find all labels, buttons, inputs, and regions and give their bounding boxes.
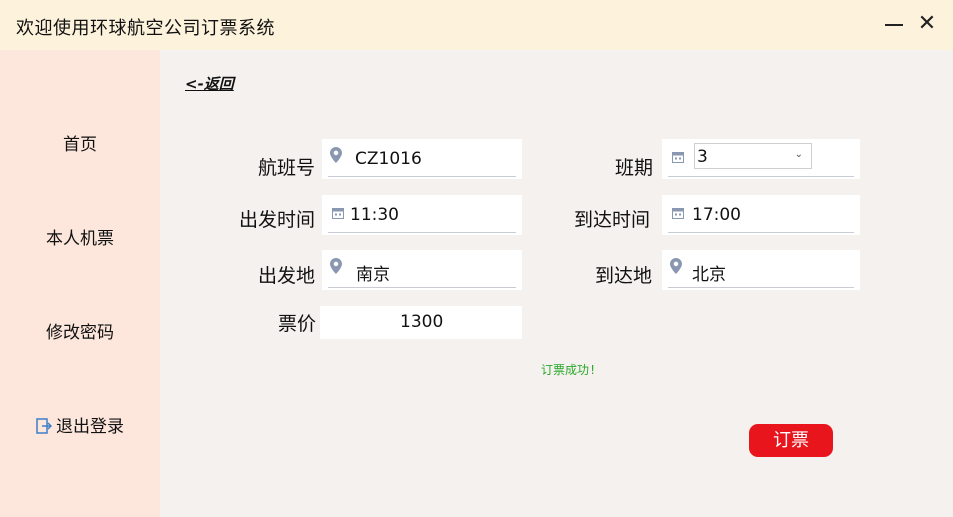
close-button[interactable]: ✕	[916, 13, 938, 35]
flight-no-value: CZ1016	[355, 149, 422, 169]
book-button[interactable]: 订票	[749, 424, 833, 457]
origin-value: 南京	[356, 265, 390, 285]
status-message: 订票成功!	[541, 363, 597, 377]
calendar-icon	[672, 208, 684, 219]
origin-label: 出发地	[258, 265, 316, 287]
sidebar-item-change-password[interactable]: 修改密码	[0, 318, 160, 343]
window-title: 欢迎使用环球航空公司订票系统	[16, 18, 275, 39]
price-field[interactable]: 1300	[320, 306, 522, 339]
depart-time-label: 出发时间	[239, 209, 316, 231]
flight-no-label: 航班号	[258, 157, 316, 179]
destination-label: 到达地	[595, 265, 653, 287]
sidebar-item-label: 首页	[63, 135, 97, 155]
destination-value: 北京	[692, 265, 726, 285]
arrive-time-label: 到达时间	[574, 209, 651, 231]
sidebar-item-logout[interactable]: 退出登录	[0, 412, 160, 437]
sidebar-item-label: 修改密码	[46, 323, 114, 343]
flight-no-field[interactable]: CZ1016	[322, 139, 522, 179]
location-pin-icon	[330, 258, 342, 274]
origin-field[interactable]: 南京	[322, 250, 522, 290]
schedule-label: 班期	[615, 157, 654, 179]
destination-field[interactable]: 北京	[662, 250, 860, 290]
field-underline	[668, 287, 854, 288]
arrive-time-value: 17:00	[692, 205, 741, 225]
schedule-field: 3 ⌄	[662, 139, 860, 179]
back-link[interactable]: <-返回	[185, 73, 234, 94]
field-underline	[668, 232, 854, 233]
depart-time-value: 11:30	[350, 205, 399, 225]
location-pin-icon	[330, 147, 342, 163]
depart-time-field[interactable]: 11:30	[322, 195, 522, 235]
price-label: 票价	[278, 313, 317, 335]
chevron-down-icon: ⌄	[794, 149, 803, 160]
sidebar: 首页 本人机票 修改密码 退出登录	[0, 50, 160, 517]
logout-icon	[36, 418, 52, 434]
main-panel: <-返回 航班号 CZ1016 班期 3 ⌄ 出发时间 11:30 到达时间 1…	[160, 50, 953, 517]
location-pin-icon	[670, 258, 682, 274]
schedule-select[interactable]: 3 ⌄	[694, 143, 812, 169]
arrive-time-field[interactable]: 17:00	[662, 195, 860, 235]
field-underline	[328, 287, 516, 288]
sidebar-item-home[interactable]: 首页	[0, 130, 160, 155]
field-underline	[668, 176, 854, 177]
price-value: 1300	[400, 312, 444, 332]
sidebar-item-my-tickets[interactable]: 本人机票	[0, 224, 160, 249]
field-underline	[328, 232, 516, 233]
minimize-button[interactable]	[883, 13, 905, 35]
calendar-icon	[332, 208, 344, 219]
calendar-icon	[672, 152, 684, 163]
field-underline	[328, 176, 516, 177]
sidebar-item-label: 本人机票	[46, 229, 114, 249]
schedule-value: 3	[697, 147, 708, 167]
sidebar-item-label: 退出登录	[56, 417, 124, 437]
title-bar: 欢迎使用环球航空公司订票系统 ✕	[0, 0, 953, 50]
